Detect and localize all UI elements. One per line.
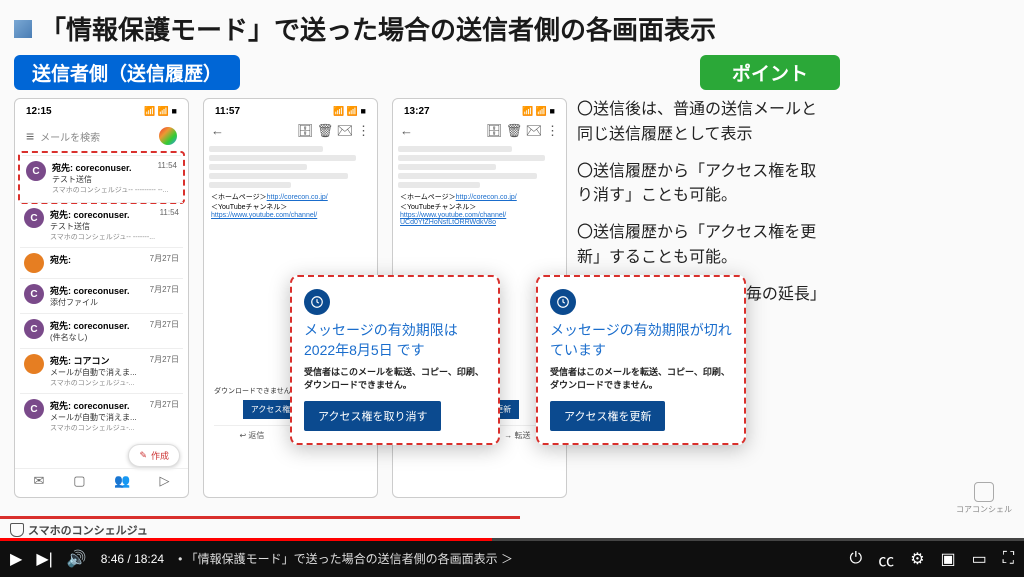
mail-item[interactable]: 宛先:7月27日 (20, 247, 183, 278)
time-display: 8:46 / 18:24 (101, 552, 164, 566)
delete-icon[interactable]: 🗑 (506, 123, 523, 138)
channel-brand: スマホのコンシェルジュ (10, 522, 148, 538)
mail-icon[interactable]: ✉ (33, 473, 44, 489)
mail-item[interactable]: 宛先: コアコン7月27日メールが自動で消えま...スマホのコンシェルジュ-..… (20, 348, 183, 393)
main-row: 12:15📶 📶 ■ ≡ メールを検索 C 宛先: coreconuser.11… (14, 98, 1010, 498)
progress-fill (0, 538, 492, 541)
mail-links: ＜ホームページ＞http://corecon.co.jp/ ＜YouTubeチャ… (211, 192, 370, 219)
point-3: 〇送信履歴から「アクセス権を更新」することも可能。 (577, 221, 827, 271)
play-button[interactable]: ▶ (10, 549, 22, 569)
more-icon[interactable]: ⋮ (546, 123, 559, 138)
back-icon[interactable]: ← (400, 123, 413, 139)
reply-button[interactable]: ↩ 返信 (239, 430, 264, 441)
homepage-link[interactable]: http://corecon.co.jp/ (267, 194, 328, 201)
avatar-icon (24, 253, 44, 273)
popup-revoke: メッセージの有効期限は 2022年8月5日 です 受信者はこのメールを転送、コピ… (290, 275, 500, 445)
more-icon[interactable]: ⋮ (357, 123, 370, 138)
avatar-icon: C (24, 399, 44, 419)
youtube-link[interactable]: https://www.youtube.com/channel/ (400, 212, 506, 219)
clock-lock-icon (550, 289, 576, 315)
point-1: 〇送信後は、普通の送信メールと同じ送信履歴として表示 (577, 98, 827, 148)
update-access-button[interactable]: アクセス権を更新 (550, 401, 665, 431)
homepage-link[interactable]: http://corecon.co.jp/ (456, 194, 517, 201)
popup-title: メッセージの有効期限が切れています (550, 321, 732, 360)
popup-update: メッセージの有効期限が切れています 受信者はこのメールを転送、コピー、印刷、ダウ… (536, 275, 746, 445)
revoke-access-button[interactable]: アクセス権を取り消す (304, 401, 441, 431)
slide: 「情報保護モード」で送った場合の送信者側の各画面表示 送信者側（送信履歴） ポイ… (0, 0, 1024, 525)
phone-inbox: 12:15📶 📶 ■ ≡ メールを検索 C 宛先: coreconuser.11… (14, 98, 189, 498)
back-icon[interactable]: ← (211, 123, 224, 139)
menu-icon[interactable]: ≡ (26, 128, 34, 144)
badge-sender: 送信者側（送信履歴） (14, 55, 240, 90)
chat-icon[interactable]: ▢ (73, 473, 85, 489)
mail-item[interactable]: C宛先: coreconuser.7月27日添付ファイル (20, 278, 183, 313)
popup-desc: 受信者はこのメールを転送、コピー、印刷、ダウンロードできません。 (304, 366, 486, 391)
header-square-icon (14, 20, 32, 38)
account-avatar-icon[interactable] (159, 127, 177, 145)
video-frame: 「情報保護モード」で送った場合の送信者側の各画面表示 送信者側（送信履歴） ポイ… (0, 0, 1024, 540)
mail-item[interactable]: C宛先: coreconuser.7月27日(件名なし) (20, 313, 183, 348)
avatar-icon: C (24, 208, 44, 228)
red-underline (0, 516, 520, 519)
mail-item-featured[interactable]: C 宛先: coreconuser.11:54 テスト送信 スマホのコンシェルジ… (22, 155, 181, 200)
archive-icon[interactable]: 🗄 (297, 123, 314, 138)
status-bar: 12:15📶 📶 ■ (20, 104, 183, 119)
slide-title: 「情報保護モード」で送った場合の送信者側の各画面表示 (40, 10, 716, 47)
fullscreen-button[interactable]: ⛶ (1003, 550, 1014, 568)
slide-header: 「情報保護モード」で送った場合の送信者側の各画面表示 (14, 10, 1010, 47)
volume-button[interactable]: 🔊 (67, 549, 87, 569)
popup-title: メッセージの有効期限は 2022年8月5日 です (304, 321, 486, 360)
miniplayer-button[interactable]: ▣ (941, 549, 956, 569)
player-controls: ▶ ▶| 🔊 8:46 / 18:24 • 「情報保護モード」で送った場合の送信… (0, 540, 1024, 577)
chapter-title[interactable]: • 「情報保護モード」で送った場合の送信者側の各画面表示 ＞ (178, 550, 513, 567)
popup-desc: 受信者はこのメールを転送、コピー、印刷、ダウンロードできません。 (550, 366, 732, 391)
shield-icon (10, 523, 24, 537)
mail-toolbar: ← 🗄 🗑 ✉ ⋮ (209, 119, 372, 143)
mail-item[interactable]: C宛先: coreconuser.7月27日メールが自動で消えま...スマホのコ… (20, 393, 183, 438)
youtube-link[interactable]: https://www.youtube.com/channel/ (211, 212, 317, 219)
mail-icon[interactable]: ✉ (526, 123, 543, 138)
highlighted-mail: C 宛先: coreconuser.11:54 テスト送信 スマホのコンシェルジ… (18, 151, 185, 204)
mail-item[interactable]: C宛先: coreconuser.11:54テスト送信スマホのコンシェルジュ--… (20, 202, 183, 247)
corner-logo: コアコンシェル (956, 482, 1012, 515)
archive-icon[interactable]: 🗄 (486, 123, 503, 138)
mail-icon[interactable]: ✉ (337, 123, 354, 138)
avatar-icon: C (26, 161, 46, 181)
avatar-icon (24, 354, 44, 374)
pencil-icon: ✎ (139, 450, 147, 461)
meet-icon[interactable]: ▷ (160, 473, 170, 489)
delete-icon[interactable]: 🗑 (317, 123, 334, 138)
point-2: 〇送信履歴から「アクセス権を取り消す」ことも可能。 (577, 160, 827, 210)
spaces-icon[interactable]: 👥 (114, 473, 130, 489)
badge-row: 送信者側（送信履歴） ポイント (14, 55, 1010, 90)
avatar-icon: C (24, 284, 44, 304)
compose-button[interactable]: ✎作成 (128, 444, 180, 467)
search-input[interactable]: メールを検索 (40, 129, 153, 144)
forward-button[interactable]: → 転送 (504, 430, 530, 441)
captions-button[interactable]: ㏄ (878, 547, 894, 571)
autoplay-toggle[interactable]: ⏻ (850, 550, 863, 568)
theater-button[interactable]: ▭ (972, 549, 987, 569)
logo-icon (974, 482, 994, 502)
avatar-icon: C (24, 319, 44, 339)
bottom-nav: ✉ ▢ 👥 ▷ (15, 468, 188, 493)
clock-lock-icon (304, 289, 330, 315)
next-button[interactable]: ▶| (36, 549, 52, 569)
badge-points: ポイント (700, 55, 840, 90)
settings-button[interactable]: ⚙ (910, 549, 924, 569)
search-bar[interactable]: ≡ メールを検索 (20, 123, 183, 149)
progress-bar[interactable] (0, 538, 1024, 541)
